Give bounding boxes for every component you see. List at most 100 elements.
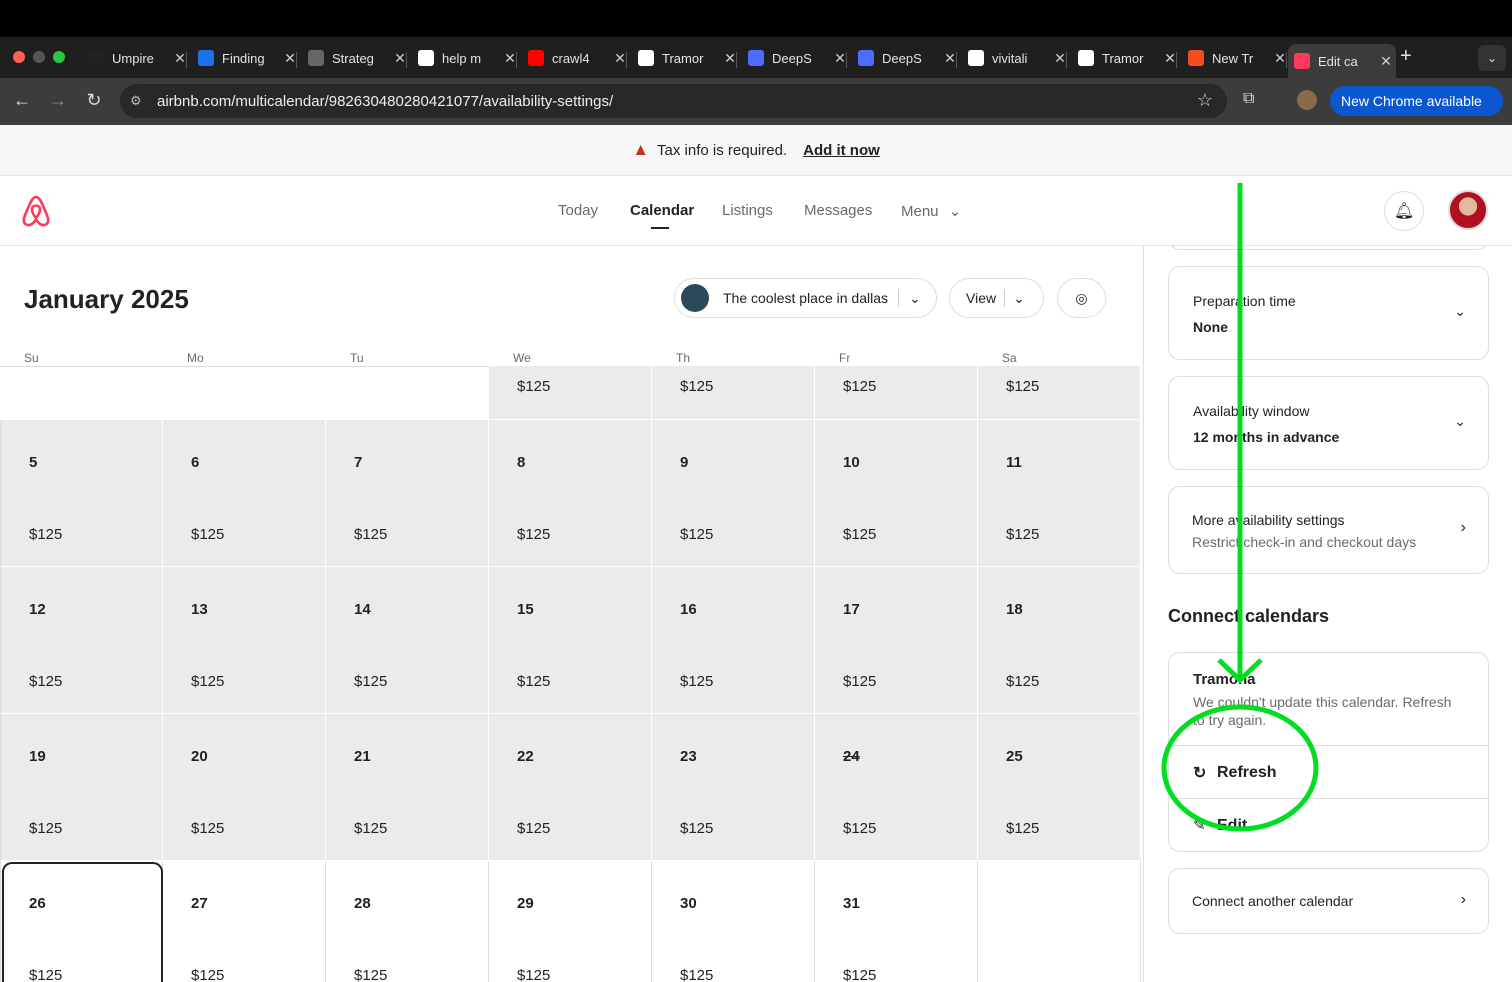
previous-setting-card[interactable] [1168, 246, 1489, 250]
refresh-button[interactable]: ↻ Refresh [1169, 746, 1488, 798]
calendar-day-cell[interactable]: 11 $125 [978, 420, 1141, 567]
browser-tab[interactable]: help m ✕ [412, 44, 520, 72]
calendar-day-cell[interactable]: 19 $125 [0, 714, 163, 861]
more-availability-settings-card[interactable]: More availability settings Restrict chec… [1168, 486, 1489, 574]
nav-calendar[interactable]: Calendar [630, 202, 694, 219]
calendar-day-cell[interactable]: $125 [489, 366, 652, 420]
day-price: $125 [843, 673, 877, 690]
close-tab-icon[interactable]: ✕ [1160, 50, 1180, 67]
browser-tab-active[interactable]: Edit ca ✕ [1288, 44, 1396, 78]
browser-tab[interactable]: Strateg ✕ [302, 44, 410, 72]
browser-tab[interactable]: DeepS ✕ [742, 44, 850, 72]
close-window-button[interactable] [13, 51, 25, 63]
browser-tab[interactable]: Umpire ✕ [82, 44, 190, 72]
calendar-day-cell[interactable]: 12 $125 [0, 567, 163, 714]
browser-tab[interactable]: Tramor ✕ [1072, 44, 1180, 72]
close-tab-icon[interactable]: ✕ [170, 50, 190, 67]
calendar-day-cell[interactable]: 15 $125 [489, 567, 652, 714]
screen-top-bar [0, 0, 1512, 37]
view-selector[interactable]: View ⌄ [949, 278, 1044, 318]
airbnb-logo-icon[interactable] [20, 194, 52, 228]
day-number: 15 [517, 601, 534, 618]
edit-button[interactable]: ✎ Edit [1169, 799, 1488, 851]
calendar-day-cell[interactable]: 31 $125 [815, 861, 978, 982]
calendar-day-cell[interactable]: 20 $125 [163, 714, 326, 861]
forward-icon[interactable]: → [46, 90, 70, 111]
new-chrome-available-button[interactable]: New Chrome available ⋮ [1330, 86, 1503, 139]
calendar-day-cell[interactable]: 7 $125 [326, 420, 489, 567]
calendar-day-cell[interactable]: 23 $125 [652, 714, 815, 861]
address-bar[interactable]: ⚙ airbnb.com/multicalendar/9826304802804… [120, 84, 1227, 118]
calendar-day-cell[interactable]: $125 [978, 366, 1141, 420]
calendar-day-cell[interactable]: 24 $125 [815, 714, 978, 861]
close-tab-icon[interactable]: ✕ [280, 50, 300, 67]
user-avatar[interactable] [1448, 190, 1488, 230]
extensions-icon[interactable]: ⧉ [1243, 90, 1254, 108]
day-price: $125 [354, 820, 388, 837]
close-tab-icon[interactable]: ✕ [1270, 50, 1290, 67]
calendar-day-cell[interactable]: 6 $125 [163, 420, 326, 567]
close-tab-icon[interactable]: ✕ [830, 50, 850, 67]
close-tab-icon[interactable]: ✕ [1050, 50, 1070, 67]
tab-search-button[interactable]: ⌄ [1478, 45, 1506, 71]
day-price: $125 [1006, 820, 1040, 837]
calendar-day-cell[interactable]: 8 $125 [489, 420, 652, 567]
day-price: $125 [517, 820, 551, 837]
nav-messages[interactable]: Messages [804, 202, 872, 219]
close-tab-icon[interactable]: ✕ [390, 50, 410, 67]
calendar-day-cell[interactable]: 27 $125 [163, 861, 326, 982]
browser-tab[interactable]: DeepS ✕ [852, 44, 960, 72]
nav-today[interactable]: Today [558, 202, 598, 219]
calendar-day-cell[interactable]: 30 $125 [652, 861, 815, 982]
bookmark-star-icon[interactable]: ☆ [1197, 90, 1213, 111]
minimize-window-button[interactable] [33, 51, 45, 63]
calendar-day-cell[interactable]: 13 $125 [163, 567, 326, 714]
calendar-day-cell[interactable]: 22 $125 [489, 714, 652, 861]
close-tab-icon[interactable]: ✕ [940, 50, 960, 67]
close-tab-icon[interactable]: ✕ [1376, 53, 1396, 70]
calendar-day-cell[interactable]: 18 $125 [978, 567, 1141, 714]
site-info-icon[interactable]: ⚙ [130, 93, 142, 109]
browser-tab[interactable]: Tramor ✕ [632, 44, 740, 72]
new-tab-button[interactable]: + [1400, 45, 1412, 68]
close-tab-icon[interactable]: ✕ [720, 50, 740, 67]
back-icon[interactable]: ← [10, 90, 34, 111]
profile-avatar[interactable] [1297, 90, 1317, 110]
tab-favicon-icon [748, 50, 764, 66]
browser-tab[interactable]: New Tr ✕ [1182, 44, 1290, 72]
calendar-day-cell[interactable]: $125 [652, 366, 815, 420]
chevron-right-icon: › [1460, 519, 1466, 536]
calendar-settings-button[interactable]: ◎ [1057, 278, 1106, 318]
browser-tab[interactable]: Finding ✕ [192, 44, 300, 72]
calendar-day-cell[interactable]: 9 $125 [652, 420, 815, 567]
browser-toolbar: ← → ↻ ⚙ airbnb.com/multicalendar/9826304… [0, 78, 1512, 125]
close-tab-icon[interactable]: ✕ [610, 50, 630, 67]
calendar-day-cell[interactable]: 28 $125 [326, 861, 489, 982]
day-number: 16 [680, 601, 697, 618]
maximize-window-button[interactable] [53, 51, 65, 63]
availability-window-card[interactable]: Availability window 12 months in advance… [1168, 376, 1489, 470]
browser-tab[interactable]: vivitali ✕ [962, 44, 1070, 72]
calendar-day-cell[interactable]: 29 $125 [489, 861, 652, 982]
calendar-day-cell[interactable]: 10 $125 [815, 420, 978, 567]
connect-another-calendar-button[interactable]: Connect another calendar › [1168, 868, 1489, 934]
add-it-now-link[interactable]: Add it now [803, 142, 880, 159]
nav-listings[interactable]: Listings [722, 202, 773, 219]
calendar-day-cell[interactable]: 21 $125 [326, 714, 489, 861]
reload-icon[interactable]: ↻ [82, 90, 106, 111]
nav-menu[interactable]: Menu ⌄ [901, 202, 961, 220]
calendar-day-cell[interactable]: $125 [815, 366, 978, 420]
listing-selector[interactable]: The coolest place in dallas ⌄ [674, 278, 937, 318]
preparation-time-card[interactable]: Preparation time None ⌄ [1168, 266, 1489, 360]
bell-icon[interactable]: 🔔︎ [1384, 191, 1424, 231]
calendar-day-cell[interactable]: 17 $125 [815, 567, 978, 714]
calendar-day-cell[interactable]: 25 $125 [978, 714, 1141, 861]
day-number: 13 [191, 601, 208, 618]
calendar-day-cell[interactable]: 5 $125 [0, 420, 163, 567]
calendar-day-cell[interactable]: 16 $125 [652, 567, 815, 714]
close-tab-icon[interactable]: ✕ [500, 50, 520, 67]
browser-tab[interactable]: crawl4 ✕ [522, 44, 630, 72]
calendar-day-cell[interactable]: 14 $125 [326, 567, 489, 714]
calendar-panel: January 2025 The coolest place in dallas… [0, 246, 1143, 982]
day-number: 30 [680, 895, 697, 912]
